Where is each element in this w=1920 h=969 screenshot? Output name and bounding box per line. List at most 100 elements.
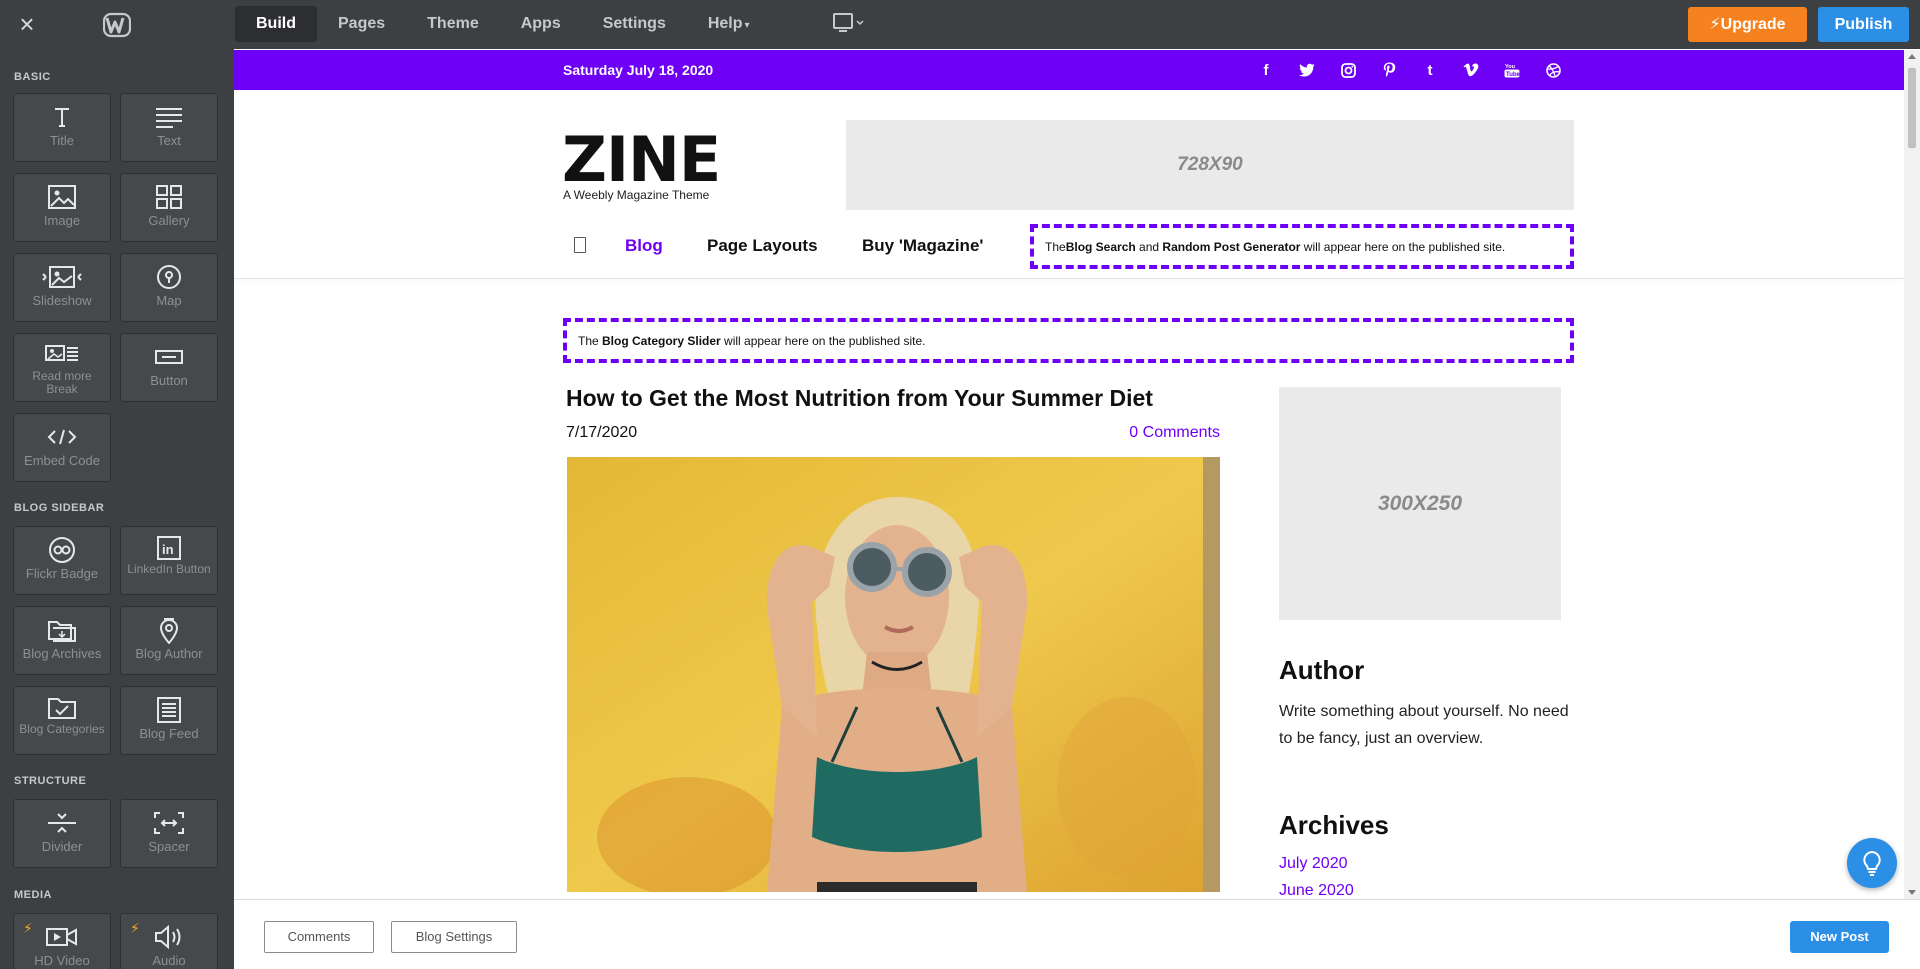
site-logo[interactable]: ZINE [562,125,721,195]
youtube-icon[interactable]: You Tube [1502,60,1522,80]
scrollbar-thumb[interactable] [1908,68,1916,148]
notice-text: will appear here on the published site. [1300,239,1506,254]
element-title[interactable]: Title [13,93,111,162]
vimeo-icon[interactable] [1461,60,1481,80]
element-blog-archives[interactable]: Blog Archives [13,606,111,675]
element-label: Button [150,373,188,388]
site-top-strip [234,50,1904,90]
tab-pages[interactable]: Pages [317,6,406,42]
site-date: Saturday July 18, 2020 [563,62,714,78]
banner-ad-placeholder: 728X90 [846,120,1574,210]
notice-text: and [1135,239,1163,254]
notice-text: will appear here on the published site. [720,333,926,348]
new-post-button[interactable]: New Post [1790,921,1889,953]
element-label: Map [156,293,182,308]
element-embed-code[interactable]: Embed Code [13,413,111,482]
tab-build[interactable]: Build [235,6,317,42]
nav-buy-magazine[interactable]: Buy 'Magazine' [862,236,983,256]
element-label: Blog Feed [139,726,199,741]
post-comments-link[interactable]: 0 Comments [1080,424,1220,442]
element-button[interactable]: Button [120,333,218,402]
nav-blog[interactable]: Blog [625,236,663,256]
tumblr-icon[interactable]: t [1420,60,1440,80]
spacer-icon [121,810,217,836]
lightbulb-icon [1863,850,1881,876]
read-more-icon [14,342,110,368]
archive-link[interactable]: July 2020 [1279,855,1348,873]
author-text[interactable]: Write something about yourself. No need … [1279,698,1569,752]
element-slideshow[interactable]: Slideshow [13,253,111,322]
element-label: Gallery [148,213,190,228]
audio-icon [121,924,217,950]
close-icon[interactable]: × [14,11,40,38]
element-hd-video[interactable]: ⚡ HD Video [13,913,111,969]
video-icon [14,924,110,950]
lightbulb-help-button[interactable] [1847,838,1897,888]
scroll-up-icon[interactable] [1908,54,1916,59]
tab-theme[interactable]: Theme [406,6,500,42]
element-sidebar: BASIC Title Text Image Gallery Slideshow… [0,49,234,969]
linkedin-icon: in [121,535,217,561]
publish-button[interactable]: Publish [1818,7,1909,42]
element-linkedin-button[interactable]: in LinkedIn Button [120,526,218,595]
text-icon [121,104,217,130]
element-read-more-break[interactable]: Read more Break [13,333,111,402]
facebook-icon[interactable]: f [1256,60,1276,80]
slideshow-icon [14,264,110,290]
scroll-down-icon[interactable] [1908,890,1916,895]
pinterest-icon[interactable] [1379,60,1399,80]
tab-help-label: Help [707,15,743,32]
element-spacer[interactable]: Spacer [120,799,218,868]
svg-text:in: in [162,542,174,557]
notice-bold: Blog Category Slider [602,333,721,348]
post-title[interactable]: How to Get the Most Nutrition from Your … [566,385,1153,412]
dribbble-icon[interactable] [1543,60,1563,80]
twitter-icon[interactable] [1297,60,1317,80]
post-featured-image[interactable] [567,457,1220,892]
divider-icon [14,810,110,836]
tab-settings[interactable]: Settings [582,6,687,42]
comments-button[interactable]: Comments [264,921,374,953]
weebly-logo[interactable] [102,12,132,38]
tab-help[interactable]: Help ▾ [687,6,771,42]
archive-link[interactable]: June 2020 [1279,882,1354,900]
element-blog-feed[interactable]: Blog Feed [120,686,218,755]
notice-text: The [578,333,603,348]
element-blog-author[interactable]: Blog Author [120,606,218,675]
element-blog-categories[interactable]: Blog Categories [13,686,111,755]
element-audio[interactable]: ⚡ Audio [120,913,218,969]
element-label: Title [49,133,75,148]
element-map[interactable]: Map [120,253,218,322]
element-label: LinkedIn Button [127,562,211,576]
svg-text:You: You [1505,64,1515,70]
title-icon [14,104,110,130]
flickr-icon [14,537,110,563]
embed-code-icon [14,424,110,450]
blog-settings-button[interactable]: Blog Settings [391,921,517,953]
element-label: Text [157,133,181,148]
element-flickr-badge[interactable]: Flickr Badge [13,526,111,595]
nav-page-layouts[interactable]: Page Layouts [707,236,818,256]
instagram-icon[interactable] [1338,60,1358,80]
element-label: Slideshow [32,293,92,308]
chevron-down-icon: ▾ [744,20,750,31]
upgrade-button[interactable]: ⚡Upgrade [1688,7,1807,42]
mobile-phone-icon[interactable] [574,237,586,253]
tab-apps[interactable]: Apps [500,6,582,42]
element-label: Flickr Badge [25,566,99,581]
blog-search-placeholder: The Blog Search and Random Post Generato… [1030,224,1574,269]
element-text[interactable]: Text [120,93,218,162]
archives-heading: Archives [1279,810,1389,840]
element-image[interactable]: Image [13,173,111,242]
section-media-heading: MEDIA [14,889,52,901]
sidebar-ad-placeholder: 300X250 [1279,387,1561,620]
header-divider [234,278,1904,279]
element-label: Image [43,213,81,228]
element-label: Divider [41,839,83,854]
map-icon [121,264,217,290]
element-divider[interactable]: Divider [13,799,111,868]
element-label: Blog Categories [19,722,105,736]
device-preview-toggle[interactable] [832,12,866,36]
element-gallery[interactable]: Gallery [120,173,218,242]
preview-scrollbar[interactable] [1904,50,1920,899]
